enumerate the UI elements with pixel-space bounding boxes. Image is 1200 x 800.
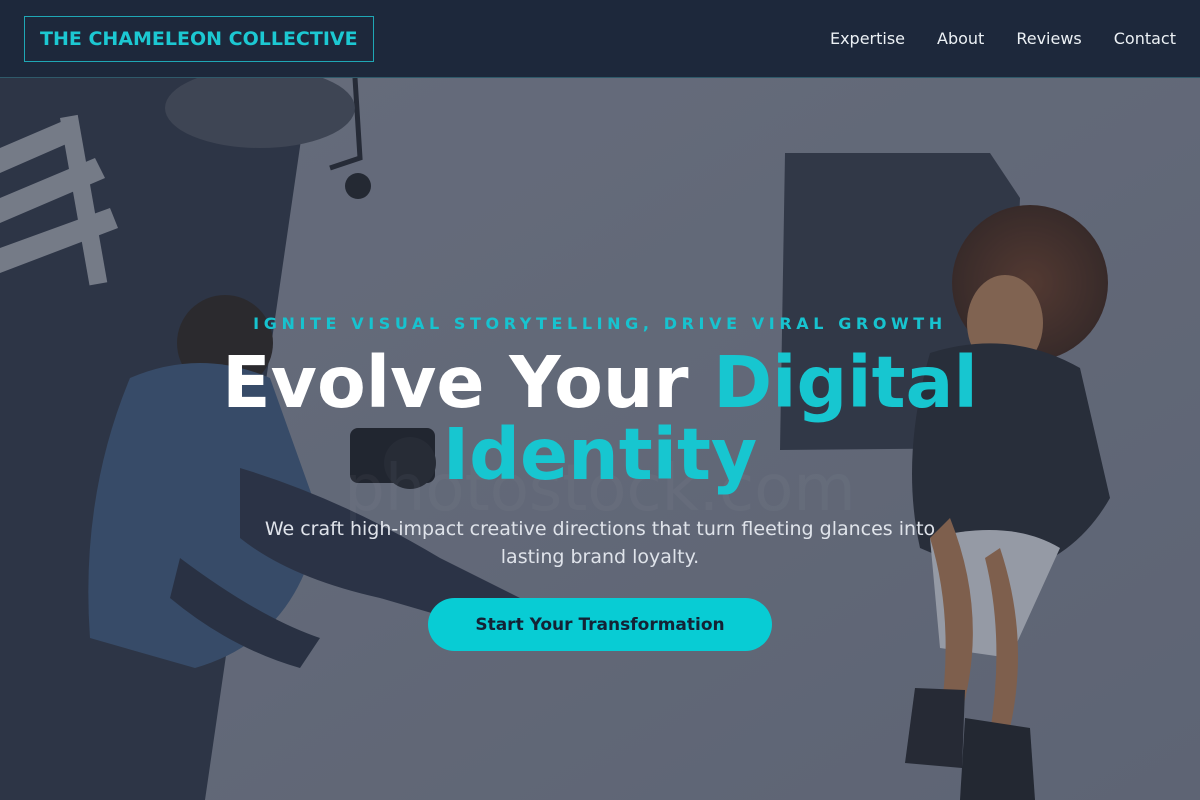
headline-accent-digital: Digital [713, 341, 978, 424]
headline-white-part: Evolve Your [222, 341, 714, 424]
headline-accent-identity: Identity [442, 413, 758, 496]
hero-content: IGNITE VISUAL STORYTELLING, DRIVE VIRAL … [0, 78, 1200, 800]
nav-links: Expertise About Reviews Contact [830, 29, 1176, 48]
start-transformation-button[interactable]: Start Your Transformation [428, 598, 772, 651]
hero-subtitle: We craft high-impact creative directions… [264, 518, 936, 568]
brand-logo-text: THE CHAMELEON COLLECTIVE [40, 27, 358, 50]
hero-section: photostock.com IGNITE VISUAL STORYTELLIN… [0, 78, 1200, 800]
brand-logo[interactable]: THE CHAMELEON COLLECTIVE [24, 15, 374, 62]
hero-headline: Evolve Your Digital Identity [190, 347, 1010, 491]
nav-link-expertise[interactable]: Expertise [830, 29, 905, 48]
nav-link-contact[interactable]: Contact [1114, 29, 1176, 48]
hero-eyebrow: IGNITE VISUAL STORYTELLING, DRIVE VIRAL … [253, 314, 947, 333]
top-navbar: THE CHAMELEON COLLECTIVE Expertise About… [0, 0, 1200, 78]
nav-link-reviews[interactable]: Reviews [1016, 29, 1081, 48]
nav-link-about[interactable]: About [937, 29, 984, 48]
